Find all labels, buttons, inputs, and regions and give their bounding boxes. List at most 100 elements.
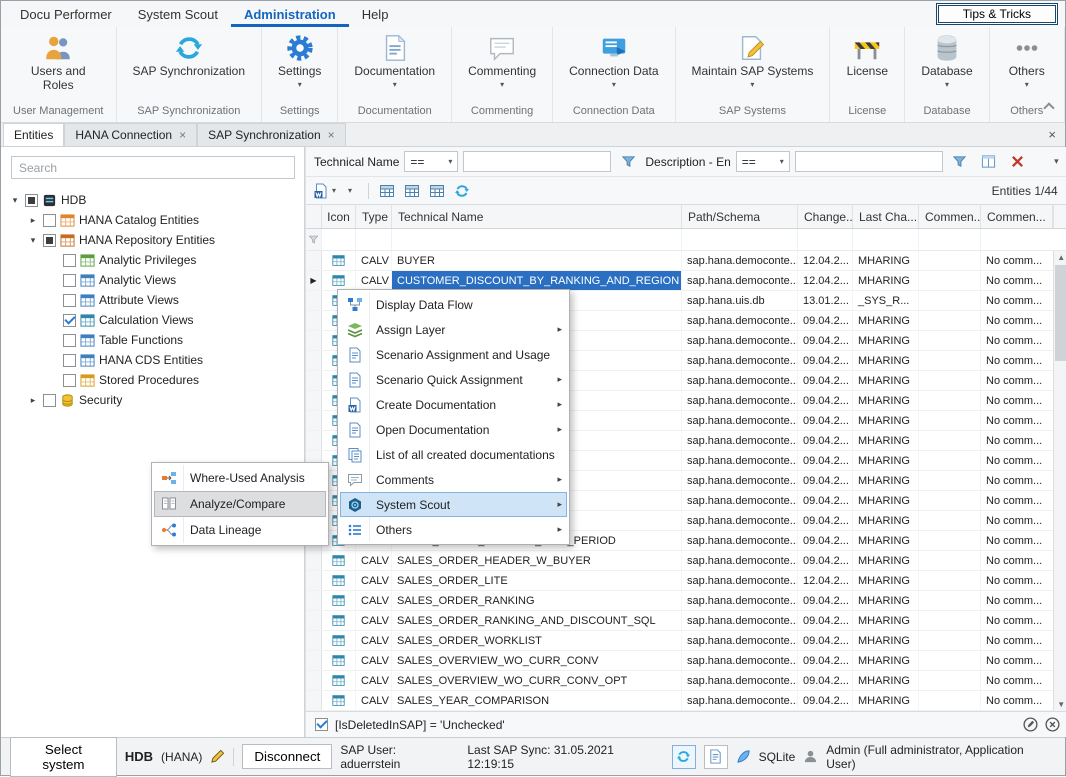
chevron-down-icon[interactable]: ▾ [1054, 156, 1061, 167]
tree-item-analytic-views[interactable]: Analytic Views [1, 270, 304, 290]
tab-sap-synchronization[interactable]: SAP Synchronization × [197, 123, 346, 146]
expander-icon[interactable]: ▾ [9, 195, 21, 206]
table-row[interactable]: ▶ CALV SALES_ORDER_HEADER_W_BUYER sap.ha… [306, 551, 1066, 571]
tab-entities[interactable]: Entities [3, 123, 64, 146]
operator-dropdown[interactable]: == ▾ [404, 151, 458, 172]
checkbox[interactable] [25, 194, 38, 207]
table-row[interactable]: ▶ CALV SALES_YEAR_COMPARISON sap.hana.de… [306, 691, 1066, 711]
menu-help[interactable]: Help [349, 1, 402, 27]
technical-name-cell[interactable]: SALES_ORDER_RANKING [392, 591, 682, 610]
vertical-scrollbar[interactable]: ▲ ▼ [1053, 251, 1066, 711]
tree-item-attribute-views[interactable]: Attribute Views [1, 290, 304, 310]
technical-name-cell[interactable]: CUSTOMER_DISCOUNT_BY_RANKING_AND_REGION [392, 271, 682, 290]
expander-icon[interactable]: ▸ [27, 215, 39, 226]
checkbox[interactable] [63, 334, 76, 347]
sync-now-button[interactable] [672, 745, 696, 769]
expander-icon[interactable]: ▾ [27, 235, 39, 246]
export-grid-button[interactable] [376, 180, 398, 202]
filter-cell[interactable] [356, 229, 392, 250]
expander-icon[interactable]: ▸ [27, 395, 39, 406]
sap-synchronization-button[interactable]: SAP Synchronization [127, 31, 252, 81]
table-row[interactable]: ▶ CALV SALES_ORDER_RANKING sap.hana.demo… [306, 591, 1066, 611]
column-chooser-button[interactable] [1053, 205, 1066, 228]
filter-cell[interactable] [919, 229, 981, 250]
column-header-comment[interactable]: Commen... [919, 205, 981, 228]
checkbox[interactable] [63, 294, 76, 307]
others-button[interactable]: Others ▾ [1000, 31, 1054, 90]
table-row[interactable]: ▶ CALV SALES_OVERVIEW_WO_CURR_CONV_OPT s… [306, 671, 1066, 691]
database-button[interactable]: Database ▾ [915, 31, 978, 90]
tree-item-hana-cds-entities[interactable]: HANA CDS Entities [1, 350, 304, 370]
remove-filter-icon[interactable] [1045, 717, 1060, 732]
documentation-button[interactable]: Documentation ▾ [348, 31, 441, 90]
menu-system-scout[interactable]: System Scout [125, 1, 231, 27]
menu-item-scenario-quick-assignment[interactable]: Scenario Quick Assignment ▸ [340, 367, 567, 392]
filter-cell[interactable] [798, 229, 853, 250]
menu-item-scenario-assignment-and-usage[interactable]: Scenario Assignment and Usage [340, 342, 567, 367]
operator-dropdown[interactable]: == ▾ [736, 151, 790, 172]
add-columns-button[interactable] [401, 180, 423, 202]
toolbar-dropdown-button[interactable]: ▾ [339, 180, 361, 202]
apply-filter-button[interactable] [948, 151, 972, 173]
maintain-sap-systems-button[interactable]: Maintain SAP Systems ▾ [686, 31, 820, 90]
filter-editor-button[interactable] [977, 151, 1001, 173]
menu-item-list-of-all-created-documentations[interactable]: List of all created documentations [340, 442, 567, 467]
edit-filter-icon[interactable] [1023, 717, 1038, 732]
scrollbar-thumb[interactable] [1055, 265, 1066, 361]
tree-item-hana-repository-entities[interactable]: ▾ HANA Repository Entities [1, 230, 304, 250]
users-and-roles-button[interactable]: Users and Roles [19, 31, 97, 95]
tips-and-tricks-button[interactable]: Tips & Tricks [936, 3, 1058, 25]
technical-name-cell[interactable]: SALES_ORDER_RANKING_AND_DISCOUNT_SQL [392, 611, 682, 630]
filter-cell[interactable] [322, 229, 356, 250]
technical-name-cell[interactable]: SALES_OVERVIEW_WO_CURR_CONV_OPT [392, 671, 682, 690]
filter-cell[interactable] [853, 229, 919, 250]
column-header-type[interactable]: Type [356, 205, 392, 228]
connection-data-button[interactable]: Connection Data ▾ [563, 31, 664, 90]
menu-item-others[interactable]: Others ▸ [340, 517, 567, 542]
checkbox[interactable] [43, 394, 56, 407]
edit-connection-icon[interactable] [210, 749, 225, 764]
table-row[interactable]: ▶ CALV BUYER sap.hana.democonte... 12.04… [306, 251, 1066, 271]
column-header-change-date[interactable]: Change... [798, 205, 853, 228]
technical-name-cell[interactable]: SALES_ORDER_LITE [392, 571, 682, 590]
table-row[interactable]: ▶ CALV SALES_ORDER_RANKING_AND_DISCOUNT_… [306, 611, 1066, 631]
search-input[interactable] [11, 156, 295, 179]
technical-name-cell[interactable]: BUYER [392, 251, 682, 270]
description-filter-input[interactable] [795, 151, 943, 172]
filter-active-checkbox[interactable] [315, 718, 328, 731]
commenting-button[interactable]: Commenting ▾ [462, 31, 542, 90]
select-system-button[interactable]: Select system [10, 737, 117, 777]
menu-item-display-data-flow[interactable]: Display Data Flow [340, 292, 567, 317]
table-row[interactable]: ▶ CALV SALES_OVERVIEW_WO_CURR_CONV sap.h… [306, 651, 1066, 671]
tree-item-analytic-privileges[interactable]: Analytic Privileges [1, 250, 304, 270]
menu-item-assign-layer[interactable]: Assign Layer ▸ [340, 317, 567, 342]
menu-item-open-documentation[interactable]: Open Documentation ▸ [340, 417, 567, 442]
close-icon[interactable]: × [179, 128, 186, 142]
column-header-last-changed[interactable]: Last Cha... [853, 205, 919, 228]
edit-filter-button[interactable] [616, 151, 640, 173]
scroll-down-arrow-icon[interactable]: ▼ [1057, 700, 1065, 709]
settings-button[interactable]: Settings ▾ [272, 31, 327, 90]
grid-layout-button[interactable] [426, 180, 448, 202]
scroll-up-arrow-icon[interactable]: ▲ [1057, 253, 1065, 262]
technical-name-filter-input[interactable] [463, 151, 611, 172]
menu-item-create-documentation[interactable]: Create Documentation ▸ [340, 392, 567, 417]
table-row[interactable]: ▶ CALV SALES_ORDER_WORKLIST sap.hana.dem… [306, 631, 1066, 651]
checkbox[interactable] [43, 234, 56, 247]
close-icon[interactable]: × [328, 128, 335, 142]
technical-name-cell[interactable]: SALES_YEAR_COMPARISON [392, 691, 682, 710]
filter-cell[interactable] [392, 229, 682, 250]
clear-filter-button[interactable] [1006, 151, 1030, 173]
menu-item-data-lineage[interactable]: Data Lineage [154, 517, 326, 543]
column-header-path-schema[interactable]: Path/Schema [682, 205, 798, 228]
menu-item-comments[interactable]: Comments ▸ [340, 467, 567, 492]
tree-item-table-functions[interactable]: Table Functions [1, 330, 304, 350]
tree-item-calculation-views[interactable]: Calculation Views [1, 310, 304, 330]
tree-item-security[interactable]: ▸ Security [1, 390, 304, 410]
tree-item-hdb[interactable]: ▾ HDB [1, 190, 304, 210]
disconnect-button[interactable]: Disconnect [242, 744, 332, 769]
checkbox[interactable] [63, 374, 76, 387]
sync-log-button[interactable] [704, 745, 728, 769]
technical-name-cell[interactable]: SALES_ORDER_HEADER_W_BUYER [392, 551, 682, 570]
column-header-icon[interactable]: Icon [322, 205, 356, 228]
